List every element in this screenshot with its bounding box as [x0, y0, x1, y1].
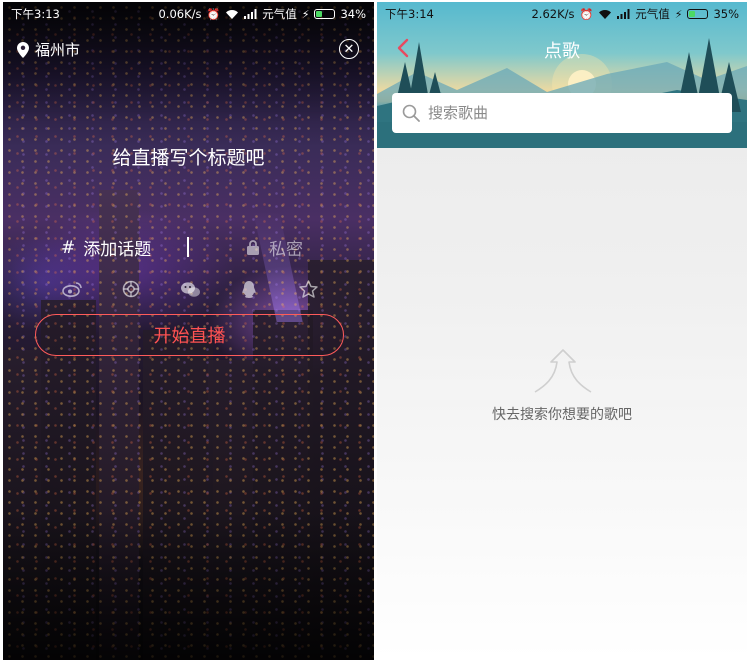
charging-icon: ⚡ — [674, 7, 683, 21]
hash-icon: # — [61, 237, 76, 258]
close-icon: ✕ — [343, 41, 355, 57]
network-speed: 2.62K/s — [531, 7, 575, 21]
status-bar: 下午3:14 2.62K/s ⏰ 元气值 ⚡ 35% — [377, 2, 747, 26]
location-label: 福州市 — [35, 41, 81, 59]
private-label: 私密 — [269, 240, 303, 260]
add-topic-button[interactable]: # 添加话题 — [61, 235, 152, 261]
status-time: 下午3:14 — [385, 7, 434, 21]
search-bar[interactable] — [392, 93, 732, 133]
location-selector[interactable]: 福州市 — [17, 39, 80, 60]
search-input[interactable] — [428, 104, 708, 122]
add-topic-label: 添加话题 — [83, 240, 152, 260]
alarm-icon: ⏰ — [206, 7, 221, 21]
live-setup-screen: 下午3:13 0.06K/s ⏰ 元气值 ⚡ 34% 福州市 ✕ 给直播写个标题… — [3, 2, 374, 660]
search-icon — [402, 104, 420, 122]
share-options — [61, 278, 319, 300]
weibo-icon[interactable] — [61, 278, 83, 300]
battery-icon — [314, 9, 336, 19]
wifi-icon — [599, 9, 612, 19]
qzone-icon[interactable] — [297, 278, 319, 300]
empty-state-arrow-icon — [534, 349, 592, 393]
alarm-icon: ⏰ — [579, 7, 594, 21]
lock-icon — [247, 240, 259, 255]
wechat-icon[interactable] — [179, 278, 201, 300]
carrier-label: 元气值 — [635, 7, 670, 21]
battery-percent: 35% — [713, 7, 739, 21]
signal-icon — [244, 9, 257, 19]
location-pin-icon — [17, 41, 29, 58]
wifi-icon — [226, 9, 239, 19]
network-speed: 0.06K/s — [158, 7, 202, 21]
battery-icon — [687, 9, 709, 19]
status-bar: 下午3:13 0.06K/s ⏰ 元气值 ⚡ 34% — [3, 2, 374, 26]
close-button[interactable]: ✕ — [339, 39, 359, 59]
text-cursor — [187, 237, 189, 257]
signal-icon — [617, 9, 630, 19]
charging-icon: ⚡ — [301, 7, 310, 21]
private-toggle[interactable]: 私密 — [247, 235, 303, 260]
carrier-label: 元气值 — [262, 7, 297, 21]
start-live-button[interactable]: 开始直播 — [35, 314, 344, 356]
live-title-input[interactable]: 给直播写个标题吧 — [3, 143, 374, 170]
battery-percent: 34% — [340, 7, 366, 21]
status-time: 下午3:13 — [11, 7, 60, 21]
qq-icon[interactable] — [238, 278, 260, 300]
moments-icon[interactable] — [120, 278, 142, 300]
page-title: 点歌 — [544, 41, 580, 62]
song-request-screen: 下午3:14 2.62K/s ⏰ 元气值 ⚡ 35% 点歌 快去搜索你想要的歌吧 — [377, 2, 747, 660]
empty-state-hint: 快去搜索你想要的歌吧 — [492, 407, 632, 423]
